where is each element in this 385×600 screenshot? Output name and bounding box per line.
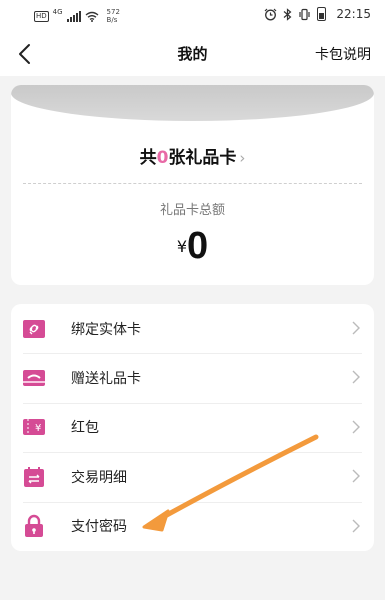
wifi-icon	[85, 11, 98, 22]
alarm-icon	[264, 8, 277, 20]
total-value: 0	[187, 225, 209, 267]
status-right: 22:15	[264, 7, 371, 21]
red-packet-icon: ¥	[21, 414, 47, 440]
network-speed: 572 B/s	[107, 8, 120, 24]
status-left: HD 4G 572 B/s	[34, 8, 120, 24]
top-nav: 我的 卡包说明	[0, 30, 385, 76]
transaction-calendar-icon	[21, 464, 47, 490]
signal-icon	[66, 10, 81, 22]
speed-value: 572	[106, 8, 120, 16]
network-type: 4G	[52, 8, 63, 16]
count-prefix: 共	[139, 148, 157, 168]
count-suffix: 张礼品卡	[168, 148, 237, 168]
vibrate-icon	[299, 8, 311, 20]
chevron-right-icon	[352, 370, 360, 384]
lock-icon	[21, 513, 47, 539]
gift-card-count-link[interactable]: 共0张礼品卡 ›	[11, 143, 374, 168]
card-wallet-help-link[interactable]: 卡包说明	[315, 44, 371, 64]
wallet-menu: 绑定实体卡 赠送礼品卡 ¥ 红包 交易明细 支付密码	[11, 304, 374, 551]
menu-item-payment-password[interactable]: 支付密码	[11, 501, 374, 551]
currency-symbol: ¥	[176, 237, 188, 256]
status-time: 22:15	[336, 7, 371, 21]
total-label: 礼品卡总额	[159, 203, 225, 218]
divider	[23, 183, 362, 184]
speed-unit: B/s	[106, 16, 118, 24]
svg-text:¥: ¥	[35, 423, 41, 434]
menu-item-red-packet[interactable]: ¥ 红包	[11, 402, 374, 452]
battery-icon	[317, 7, 327, 21]
bluetooth-icon	[284, 7, 292, 21]
chevron-right-icon	[352, 321, 360, 335]
status-bar: HD 4G 572 B/s 22:15	[0, 0, 385, 30]
chevron-right-icon: ›	[239, 149, 246, 167]
hd-badge: HD	[34, 10, 49, 22]
menu-item-transactions[interactable]: 交易明细	[11, 452, 374, 501]
menu-item-label: 赠送礼品卡	[71, 371, 141, 388]
link-card-icon	[21, 316, 47, 342]
menu-item-label: 红包	[71, 420, 99, 437]
gift-card-summary: 共0张礼品卡 › 礼品卡总额 ¥0	[11, 85, 374, 285]
menu-item-label: 支付密码	[71, 519, 127, 536]
card-header-band	[11, 85, 374, 121]
chevron-right-icon	[352, 519, 360, 533]
menu-item-gift-card[interactable]: 赠送礼品卡	[11, 353, 374, 402]
total-amount: ¥0	[11, 225, 374, 268]
menu-item-bind-card[interactable]: 绑定实体卡	[11, 304, 374, 353]
gift-card-icon	[21, 365, 47, 391]
menu-item-label: 绑定实体卡	[71, 321, 141, 338]
menu-item-label: 交易明细	[71, 469, 127, 486]
chevron-right-icon	[352, 469, 360, 483]
chevron-right-icon	[352, 420, 360, 434]
count-value: 0	[156, 148, 169, 168]
